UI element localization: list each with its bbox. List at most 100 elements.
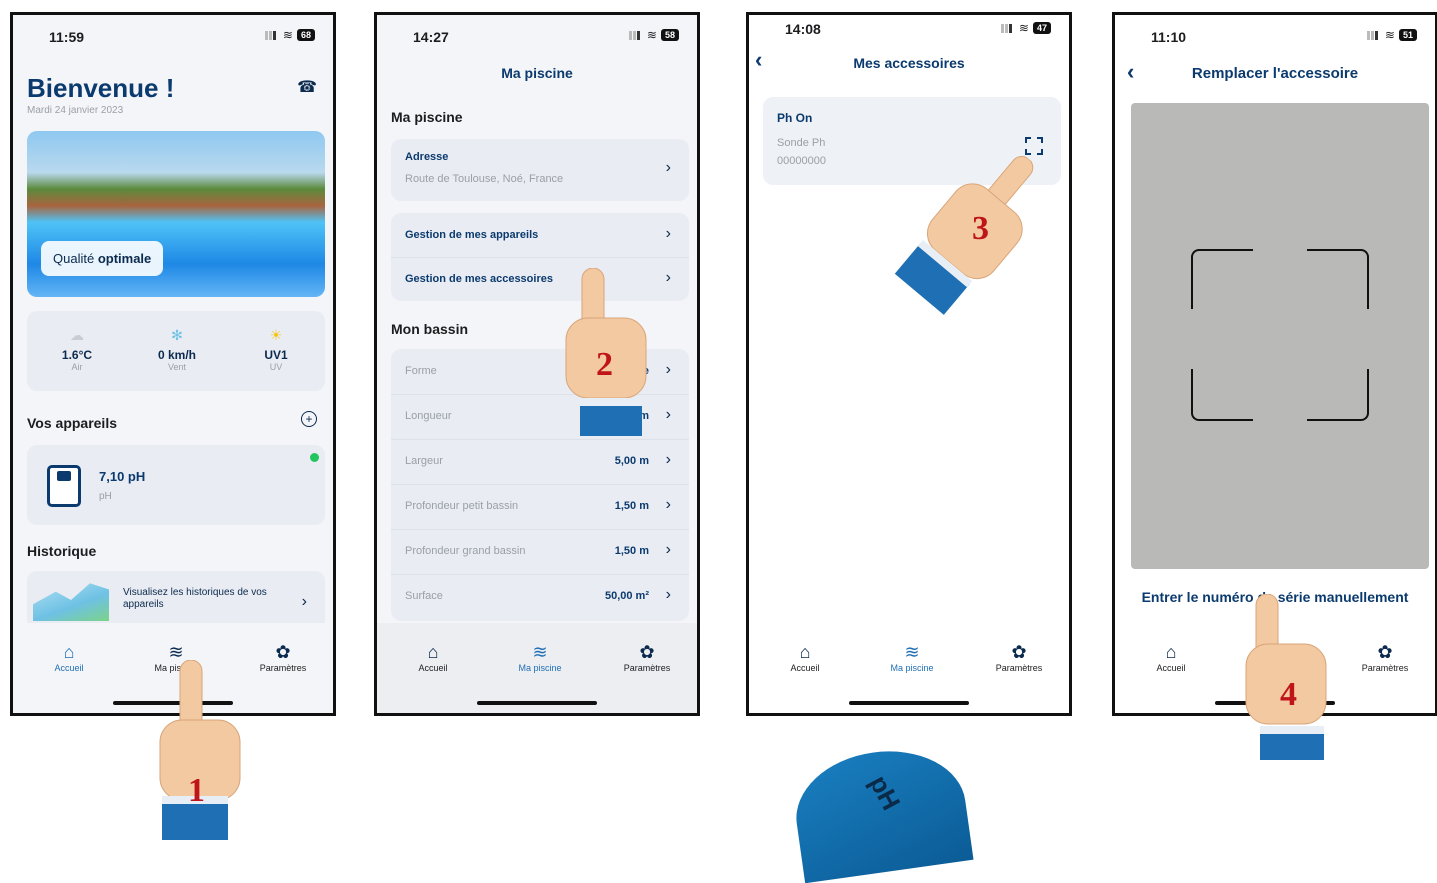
tab-settings[interactable]: ✿ Paramètres — [1335, 641, 1435, 673]
home-icon: ⌂ — [1165, 642, 1177, 662]
tab-pool[interactable]: ≋Ma piscine — [490, 641, 590, 673]
status-bar: 14:08 ≋ 47 — [749, 15, 1069, 55]
pointing-hand-icon — [140, 659, 250, 840]
page-title: Bienvenue ! — [27, 73, 175, 103]
gear-icon: ✿ — [1377, 642, 1393, 662]
battery-level: 68 — [296, 29, 315, 41]
notification-bell-icon[interactable]: ☎ — [297, 77, 317, 97]
address-value: Route de Toulouse, Noé, France — [405, 173, 564, 185]
chevron-right-icon: › — [665, 361, 671, 378]
battery-level: 51 — [1398, 29, 1417, 41]
tab-home[interactable]: ⌂ Accueil — [383, 641, 483, 673]
wind-label: Vent — [167, 362, 187, 372]
home-indicator — [849, 701, 969, 705]
tab-home[interactable]: ⌂ Accueil — [755, 641, 855, 673]
weather-item-uv: ☀ UV1 UV — [227, 327, 325, 372]
row-label: Profondeur grand bassin — [405, 545, 526, 557]
scan-frame-bottom-right — [1307, 369, 1369, 421]
ph-sensor-icon — [47, 465, 81, 507]
history-text: Visualisez les historiques de vos appare… — [123, 587, 267, 610]
phone-screen-accessories: 14:08 ≋ 47 ‹ Mes accessoires Ph On Sonde … — [746, 12, 1072, 716]
air-label: Air — [71, 362, 83, 372]
cloud-icon: ☁ — [70, 327, 84, 343]
gear-icon: ✿ — [639, 642, 655, 662]
wind-icon: ✻ — [171, 327, 183, 343]
tab-home-label: Accueil — [54, 663, 84, 673]
status-online-dot — [310, 453, 319, 462]
tab-settings[interactable]: ✿ Paramètres — [597, 641, 697, 673]
wifi-icon: ≋ — [282, 28, 293, 42]
basin-row[interactable]: Profondeur grand bassin 1,50 m › — [391, 529, 689, 575]
device-card[interactable]: 7,10 pH pH — [27, 445, 325, 525]
pool-icon: ≋ — [532, 642, 548, 662]
phone-screen-home: 11:59 ≋ 68 Bienvenue ! ☎ Mardi 24 janvier… — [10, 12, 336, 716]
chevron-right-icon: › — [665, 269, 671, 286]
page-title: Ma piscine — [501, 65, 573, 81]
row-value: 1,50 m — [614, 545, 649, 557]
tab-bar: ⌂Accueil ≋Ma piscine ✿Paramètres — [377, 623, 697, 713]
history-title: Historique — [27, 543, 97, 559]
home-icon: ⌂ — [63, 642, 75, 662]
page-title: Remplacer l'accessoire — [1191, 65, 1359, 82]
manage-devices-label: Gestion de mes appareils — [405, 229, 539, 241]
add-device-icon[interactable]: + — [301, 411, 317, 427]
devices-title: Vos appareils — [27, 415, 118, 431]
status-bar: 11:59 ≋ 68 — [13, 15, 333, 55]
history-chart-illustration — [33, 583, 109, 621]
weather-item-wind: ✻ 0 km/h Vent — [127, 327, 227, 372]
tab-home[interactable]: ⌂ Accueil — [1121, 641, 1221, 673]
wind-speed: 0 km/h — [157, 348, 196, 362]
chevron-right-icon: › — [665, 159, 671, 176]
step-number: 2 — [596, 346, 613, 383]
uv-value: UV1 — [264, 348, 288, 362]
chevron-right-icon: › — [301, 593, 307, 610]
home-icon: ⌂ — [799, 642, 811, 662]
weather-card: ☁ 1.6°C Air ✻ 0 km/h Vent ☀ UV1 UV — [27, 311, 325, 391]
scan-frame-top-left — [1191, 249, 1253, 309]
row-label: Surface — [405, 590, 443, 602]
chevron-right-icon: › — [665, 406, 671, 423]
basin-row[interactable]: Surface 50,00 m² › — [391, 574, 689, 619]
tab-bar: ⌂Accueil ≋Ma piscine ✿Paramètres — [749, 623, 1069, 713]
tab-settings-label: Paramètres — [623, 663, 671, 673]
status-time: 14:27 — [413, 29, 449, 45]
tab-pool-label: Ma piscine — [890, 663, 934, 673]
status-time: 11:59 — [49, 29, 85, 45]
section-title-basin: Mon bassin — [391, 321, 469, 337]
battery-level: 58 — [660, 29, 679, 41]
step-number: 1 — [188, 772, 205, 809]
tab-pool[interactable]: ≋Ma piscine — [862, 641, 962, 673]
status-bar: 14:27 ≋ 58 — [377, 15, 697, 55]
accessory-serial: 00000000 — [777, 155, 826, 167]
row-label: Forme — [405, 365, 437, 377]
home-indicator — [477, 701, 597, 705]
quality-prefix: Qualité — [53, 251, 98, 266]
section-title-pool: Ma piscine — [391, 109, 463, 125]
basin-row[interactable]: Profondeur petit bassin 1,50 m › — [391, 484, 689, 530]
manage-devices-row[interactable]: Gestion de mes appareils › — [391, 213, 689, 258]
tab-settings[interactable]: ✿ Paramètres — [969, 641, 1069, 673]
sun-icon: ☀ — [269, 327, 283, 343]
device-value: 7,10 pH — [99, 469, 146, 484]
scan-frame-top-right — [1307, 249, 1369, 309]
chevron-right-icon: › — [665, 225, 671, 242]
tab-home-label: Accueil — [1156, 663, 1186, 673]
status-time: 14:08 — [785, 21, 821, 37]
row-label: Largeur — [405, 455, 443, 467]
quality-value: optimale — [97, 251, 152, 266]
tab-home[interactable]: ⌂ Accueil — [19, 641, 119, 673]
scan-frame-bottom-left — [1191, 369, 1253, 421]
page-title: Mes accessoires — [853, 55, 965, 71]
tab-pool-label: Ma piscine — [518, 663, 562, 673]
scan-icon[interactable] — [1025, 137, 1043, 155]
address-row[interactable]: Adresse Route de Toulouse, Noé, France › — [391, 139, 689, 201]
camera-viewfinder — [1131, 103, 1429, 569]
tab-settings-label: Paramètres — [995, 663, 1043, 673]
ph-cap-label: pH — [863, 770, 907, 815]
wifi-icon: ≋ — [646, 28, 657, 42]
chevron-right-icon: › — [665, 541, 671, 558]
wifi-icon: ≋ — [1018, 21, 1029, 35]
date-label: Mardi 24 janvier 2023 — [27, 105, 124, 116]
quality-badge: Qualité optimale — [41, 241, 164, 276]
row-label: Longueur — [405, 410, 452, 422]
